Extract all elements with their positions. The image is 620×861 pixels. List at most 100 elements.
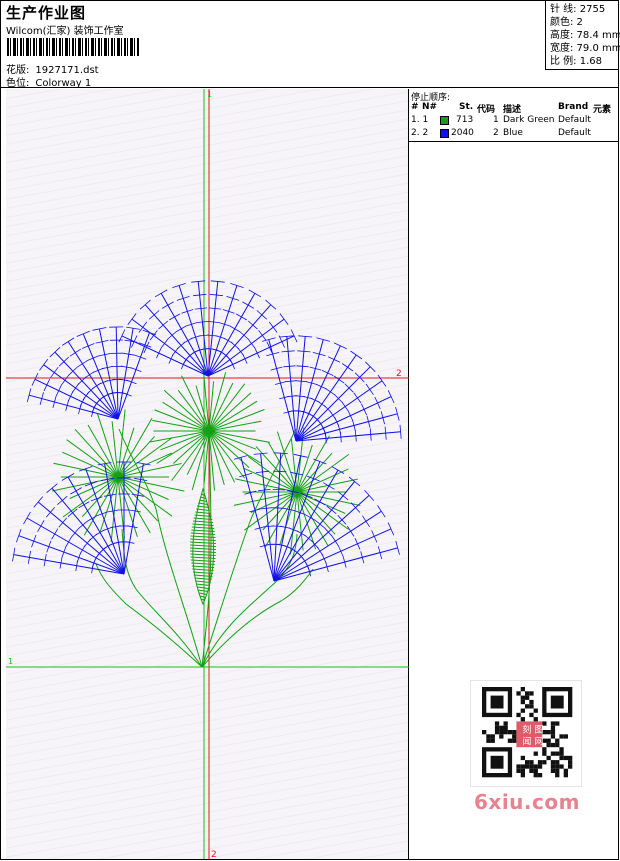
qr-module [525,704,530,709]
leaf-stitch [189,544,217,547]
row-st: 713 [456,115,474,125]
fan-flower [26,326,157,420]
qr-module [520,755,525,761]
fan-barb [377,374,387,387]
qr-module [550,768,556,773]
barcode [7,38,139,56]
fan-barb [321,370,334,376]
qr-module [533,764,538,769]
qr-module [533,751,538,756]
fan-barb [154,289,168,298]
qr-module [525,695,530,700]
fan-barb [254,347,260,359]
qr-module [503,730,508,735]
color-swatch [440,129,449,138]
burst-center [205,427,213,435]
qr-module [520,687,525,692]
fan-barb [333,375,345,384]
qr-module [525,691,530,696]
color-swatch [440,116,449,125]
fan-rib [240,457,275,582]
qr-module [563,755,568,761]
fan-barb [341,363,354,372]
design-preview: 1 1 2 2 [6,89,409,859]
fan-barb [353,392,362,404]
fan-barb [362,515,370,528]
fan-barb [265,299,277,310]
qr-module [520,768,525,773]
fan-barb [46,483,58,494]
leaf-stitch [200,595,206,598]
fan-barb [341,401,349,412]
fan-barb [176,325,187,332]
leaf-stitch [190,538,216,541]
burst-ray [163,389,210,432]
qr-finder-core [490,695,504,709]
qr-module [568,760,573,765]
burst-ray [117,452,172,478]
qr-module [537,764,543,769]
fan-barb [70,487,82,495]
leaf-stitch [197,586,209,589]
fan-rib [273,469,339,582]
fan-barb [283,365,296,368]
row-code: 1 [493,115,499,125]
fan-barb [81,343,95,349]
fan-barb [31,534,37,548]
row-st: 2040 [451,128,474,138]
qr-module [533,768,538,773]
fan-barb [57,495,68,506]
fan-barb [160,338,169,349]
qr-module [550,751,556,756]
leaf-stitch [190,559,216,562]
qr-module [542,760,547,765]
fan-barb [258,330,267,341]
guide-label-right: 2 [396,369,402,379]
qr-module [520,764,525,769]
qr-module [525,764,530,769]
qr-module [550,764,556,769]
fan-barb [247,338,256,349]
qr-module [550,725,556,730]
thread-row: 1. 1 713 1 Dark Green Default [409,115,619,127]
qr-module [550,730,556,735]
fan-flower [233,452,400,582]
qr-module [563,734,568,739]
design-width: 宽度: 79.0 mm [550,43,620,54]
fan-barb [295,380,307,383]
qr-module [555,742,560,748]
fan-barb [77,360,88,368]
fan-barb [314,498,326,506]
qr-module [516,712,521,718]
studio-name: Wilcom(汇家) 装饰工作室 [6,26,124,37]
qr-module [516,768,521,773]
fan-barb [273,452,288,454]
qr-module [529,699,534,705]
col-elem: 元素 [593,105,612,115]
row-num: 2. 2 [411,128,429,138]
fan-barb [369,428,372,441]
leaf-stitch [190,535,216,538]
qr-finder-core [490,755,504,769]
qr-module [529,704,534,709]
stem [201,433,212,668]
qr-module [507,730,513,735]
leaf-stitch [199,499,207,502]
fan-barb [55,384,62,397]
qr-module [520,717,525,722]
fan-barb [256,310,267,320]
stop-sequence-panel: 停止顺序: # N# St. 代码 描述 Brand 元素 1. 1 713 1… [409,89,619,142]
fan-barb [365,383,374,396]
qr-module [503,721,508,726]
leaf-stitch [198,589,208,592]
fan-barb [149,330,158,341]
qr-module [529,760,534,765]
qr-module [499,725,504,730]
qr-module [546,755,551,761]
fan-barb [143,341,150,354]
qr-module [555,768,560,773]
fan-barb [86,515,98,522]
color-count: 颜色: 2 [550,17,583,28]
qr-module [546,730,551,735]
qr-module [520,708,525,713]
